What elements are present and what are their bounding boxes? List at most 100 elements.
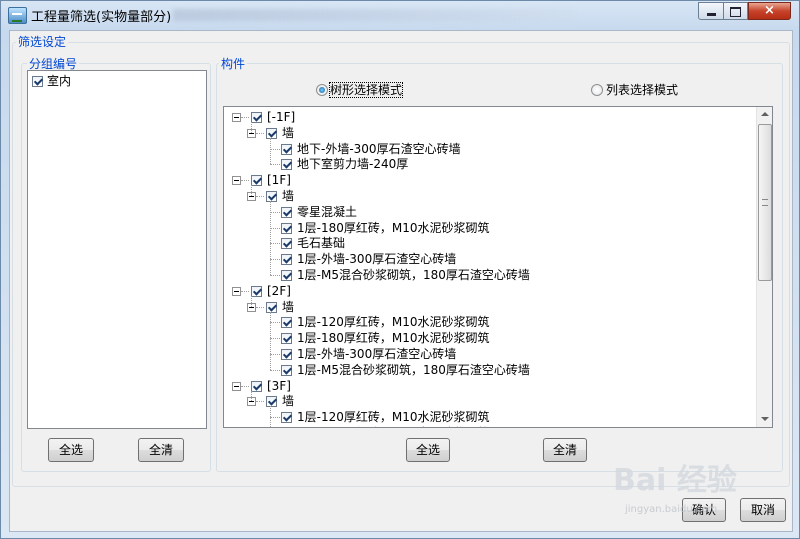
tree-node-label[interactable]: 地下室剪力墙-240厚	[297, 157, 408, 171]
tree-node-label[interactable]: 墙	[282, 189, 294, 203]
maximize-button[interactable]	[723, 2, 748, 20]
tree-line	[251, 295, 252, 307]
tree-line	[270, 354, 280, 355]
tree-line	[251, 122, 252, 133]
tree-line	[270, 259, 280, 261]
tree-checkbox[interactable]	[281, 222, 292, 234]
list-mode-radio[interactable]	[591, 84, 603, 96]
tree-line	[241, 180, 249, 182]
tree-checkbox[interactable]	[281, 364, 292, 376]
tree-mode-radio[interactable]	[316, 84, 328, 96]
tree-node-label[interactable]: 墙	[282, 126, 294, 140]
tree-expander-icon[interactable]	[232, 176, 241, 186]
tree-expander-icon[interactable]	[232, 381, 241, 391]
tree-expander-icon[interactable]	[232, 113, 241, 122]
tree-node-label[interactable]: 1层-外墙-300厚石渣空心砖墙	[297, 347, 456, 361]
component-select-all-button[interactable]: 全选	[406, 438, 450, 462]
close-icon: ×	[764, 3, 775, 18]
scroll-up-icon[interactable]	[761, 112, 769, 116]
tree-node-label[interactable]: 1层-120厚红砖，M10水泥砂浆砌筑	[297, 315, 490, 329]
tree-node-label[interactable]: 1层-M5混合砂浆砌筑，180厚石渣空心砖墙	[297, 268, 530, 282]
watermark-url: jingyan.baidu.com	[625, 504, 718, 515]
tree-line	[241, 290, 249, 292]
maximize-icon	[730, 7, 741, 17]
window-title: 工程量筛选(实物量部分)	[31, 10, 172, 25]
title-bar[interactable]: 工程量筛选(实物量部分) ×	[1, 1, 799, 29]
tree-line	[270, 148, 280, 150]
tree-line	[270, 417, 280, 419]
tree-node-label[interactable]: 墙	[282, 300, 294, 314]
tree-checkbox[interactable]	[281, 412, 292, 424]
tree-line	[251, 390, 252, 402]
tree-scrollbar[interactable]	[756, 107, 772, 427]
tree-checkbox[interactable]	[281, 317, 292, 329]
tree-node-label[interactable]: 1层-外墙-300厚石渣空心砖墙	[297, 252, 456, 266]
tree-checkbox[interactable]	[281, 238, 292, 250]
tree-node-label[interactable]: 零星混凝土	[297, 205, 357, 219]
group-item-checkbox[interactable]	[32, 76, 43, 87]
tree-line	[256, 401, 264, 403]
tree-checkbox[interactable]	[266, 396, 277, 408]
tree-node-label[interactable]: 地下-外墙-300厚石渣空心砖墙	[297, 142, 461, 156]
blurred-path-text	[173, 9, 573, 21]
tree-node-label[interactable]: 1层-180厚红砖，M10水泥砂浆砌筑	[297, 426, 490, 427]
component-clear-all-button[interactable]: 全清	[543, 438, 587, 462]
tree-node-label[interactable]: [3F]	[267, 379, 291, 393]
app-icon	[8, 7, 27, 24]
minimize-button[interactable]	[698, 2, 724, 20]
tree-checkbox[interactable]	[251, 380, 262, 392]
tree-node-label[interactable]: 1层-180厚红砖，M10水泥砂浆砌筑	[297, 221, 490, 235]
tree-checkbox[interactable]	[281, 270, 292, 281]
group-list: 室内	[27, 70, 207, 429]
tree-line	[270, 243, 280, 245]
tree-node-label[interactable]: 1层-180厚红砖，M10水泥砂浆砌筑	[297, 331, 490, 345]
component-label: 构件	[219, 55, 248, 72]
tree-checkbox[interactable]	[266, 191, 277, 202]
list-mode-label[interactable]: 列表选择模式	[606, 83, 678, 97]
tree-checkbox[interactable]	[251, 285, 262, 297]
tree-line	[270, 211, 280, 213]
tree-canvas: [-1F] 墙地下-外墙-300厚石渣空心砖墙 地下室剪力墙-240厚 [1F] 墙零星…	[224, 107, 756, 427]
tree-node-label[interactable]: 1层-M5混合砂浆砌筑，180厚石渣空心砖墙	[297, 363, 530, 377]
tree-checkbox[interactable]	[281, 333, 292, 345]
tree-node-label[interactable]: [2F]	[267, 284, 291, 298]
tree-node-label[interactable]: 墙	[282, 394, 294, 408]
tree-checkbox[interactable]	[281, 349, 292, 360]
group-clear-all-button[interactable]: 全清	[138, 438, 184, 462]
close-button[interactable]: ×	[748, 2, 791, 20]
tree-line	[270, 201, 271, 275]
dialog-window: 工程量筛选(实物量部分) × 筛选设定 分组编号 室内 全选 全清 构件 树形选…	[0, 0, 800, 539]
tree-mode-label[interactable]: 树形选择模式	[328, 82, 404, 98]
tree-expander-icon[interactable]	[232, 286, 241, 296]
watermark-logo: Bai 经验	[613, 463, 737, 498]
tree-line	[270, 164, 280, 166]
tree-node-label[interactable]: [-1F]	[267, 110, 295, 124]
tree-line	[256, 306, 264, 308]
component-tree: [-1F] 墙地下-外墙-300厚石渣空心砖墙 地下室剪力墙-240厚 [1F] 墙零星…	[223, 106, 773, 428]
cancel-button[interactable]: 取消	[740, 498, 786, 522]
tree-checkbox[interactable]	[251, 112, 262, 123]
tree-node-label[interactable]: 毛石基础	[297, 236, 345, 250]
group-item-label[interactable]: 室内	[47, 74, 71, 88]
tree-line	[270, 275, 280, 276]
tree-line	[270, 406, 271, 427]
tree-checkbox[interactable]	[266, 127, 277, 139]
tree-line	[241, 117, 249, 118]
scroll-thumb[interactable]	[758, 124, 772, 281]
tree-checkbox[interactable]	[281, 254, 292, 266]
minimize-icon	[706, 13, 716, 16]
tree-checkbox[interactable]	[281, 206, 292, 218]
tree-line	[270, 369, 280, 371]
group-select-all-button[interactable]: 全选	[48, 438, 94, 462]
tree-line	[256, 196, 264, 197]
tree-line	[270, 338, 280, 340]
scroll-down-icon[interactable]	[761, 417, 769, 421]
tree-node-label[interactable]: [1F]	[267, 173, 291, 187]
tree-node-label[interactable]: 1层-120厚红砖，M10水泥砂浆砌筑	[297, 410, 490, 424]
tree-checkbox[interactable]	[281, 159, 292, 171]
tree-checkbox[interactable]	[266, 301, 277, 313]
tree-checkbox[interactable]	[281, 143, 292, 155]
tree-checkbox[interactable]	[251, 175, 262, 187]
tree-line	[241, 385, 249, 387]
tree-line	[270, 227, 280, 229]
